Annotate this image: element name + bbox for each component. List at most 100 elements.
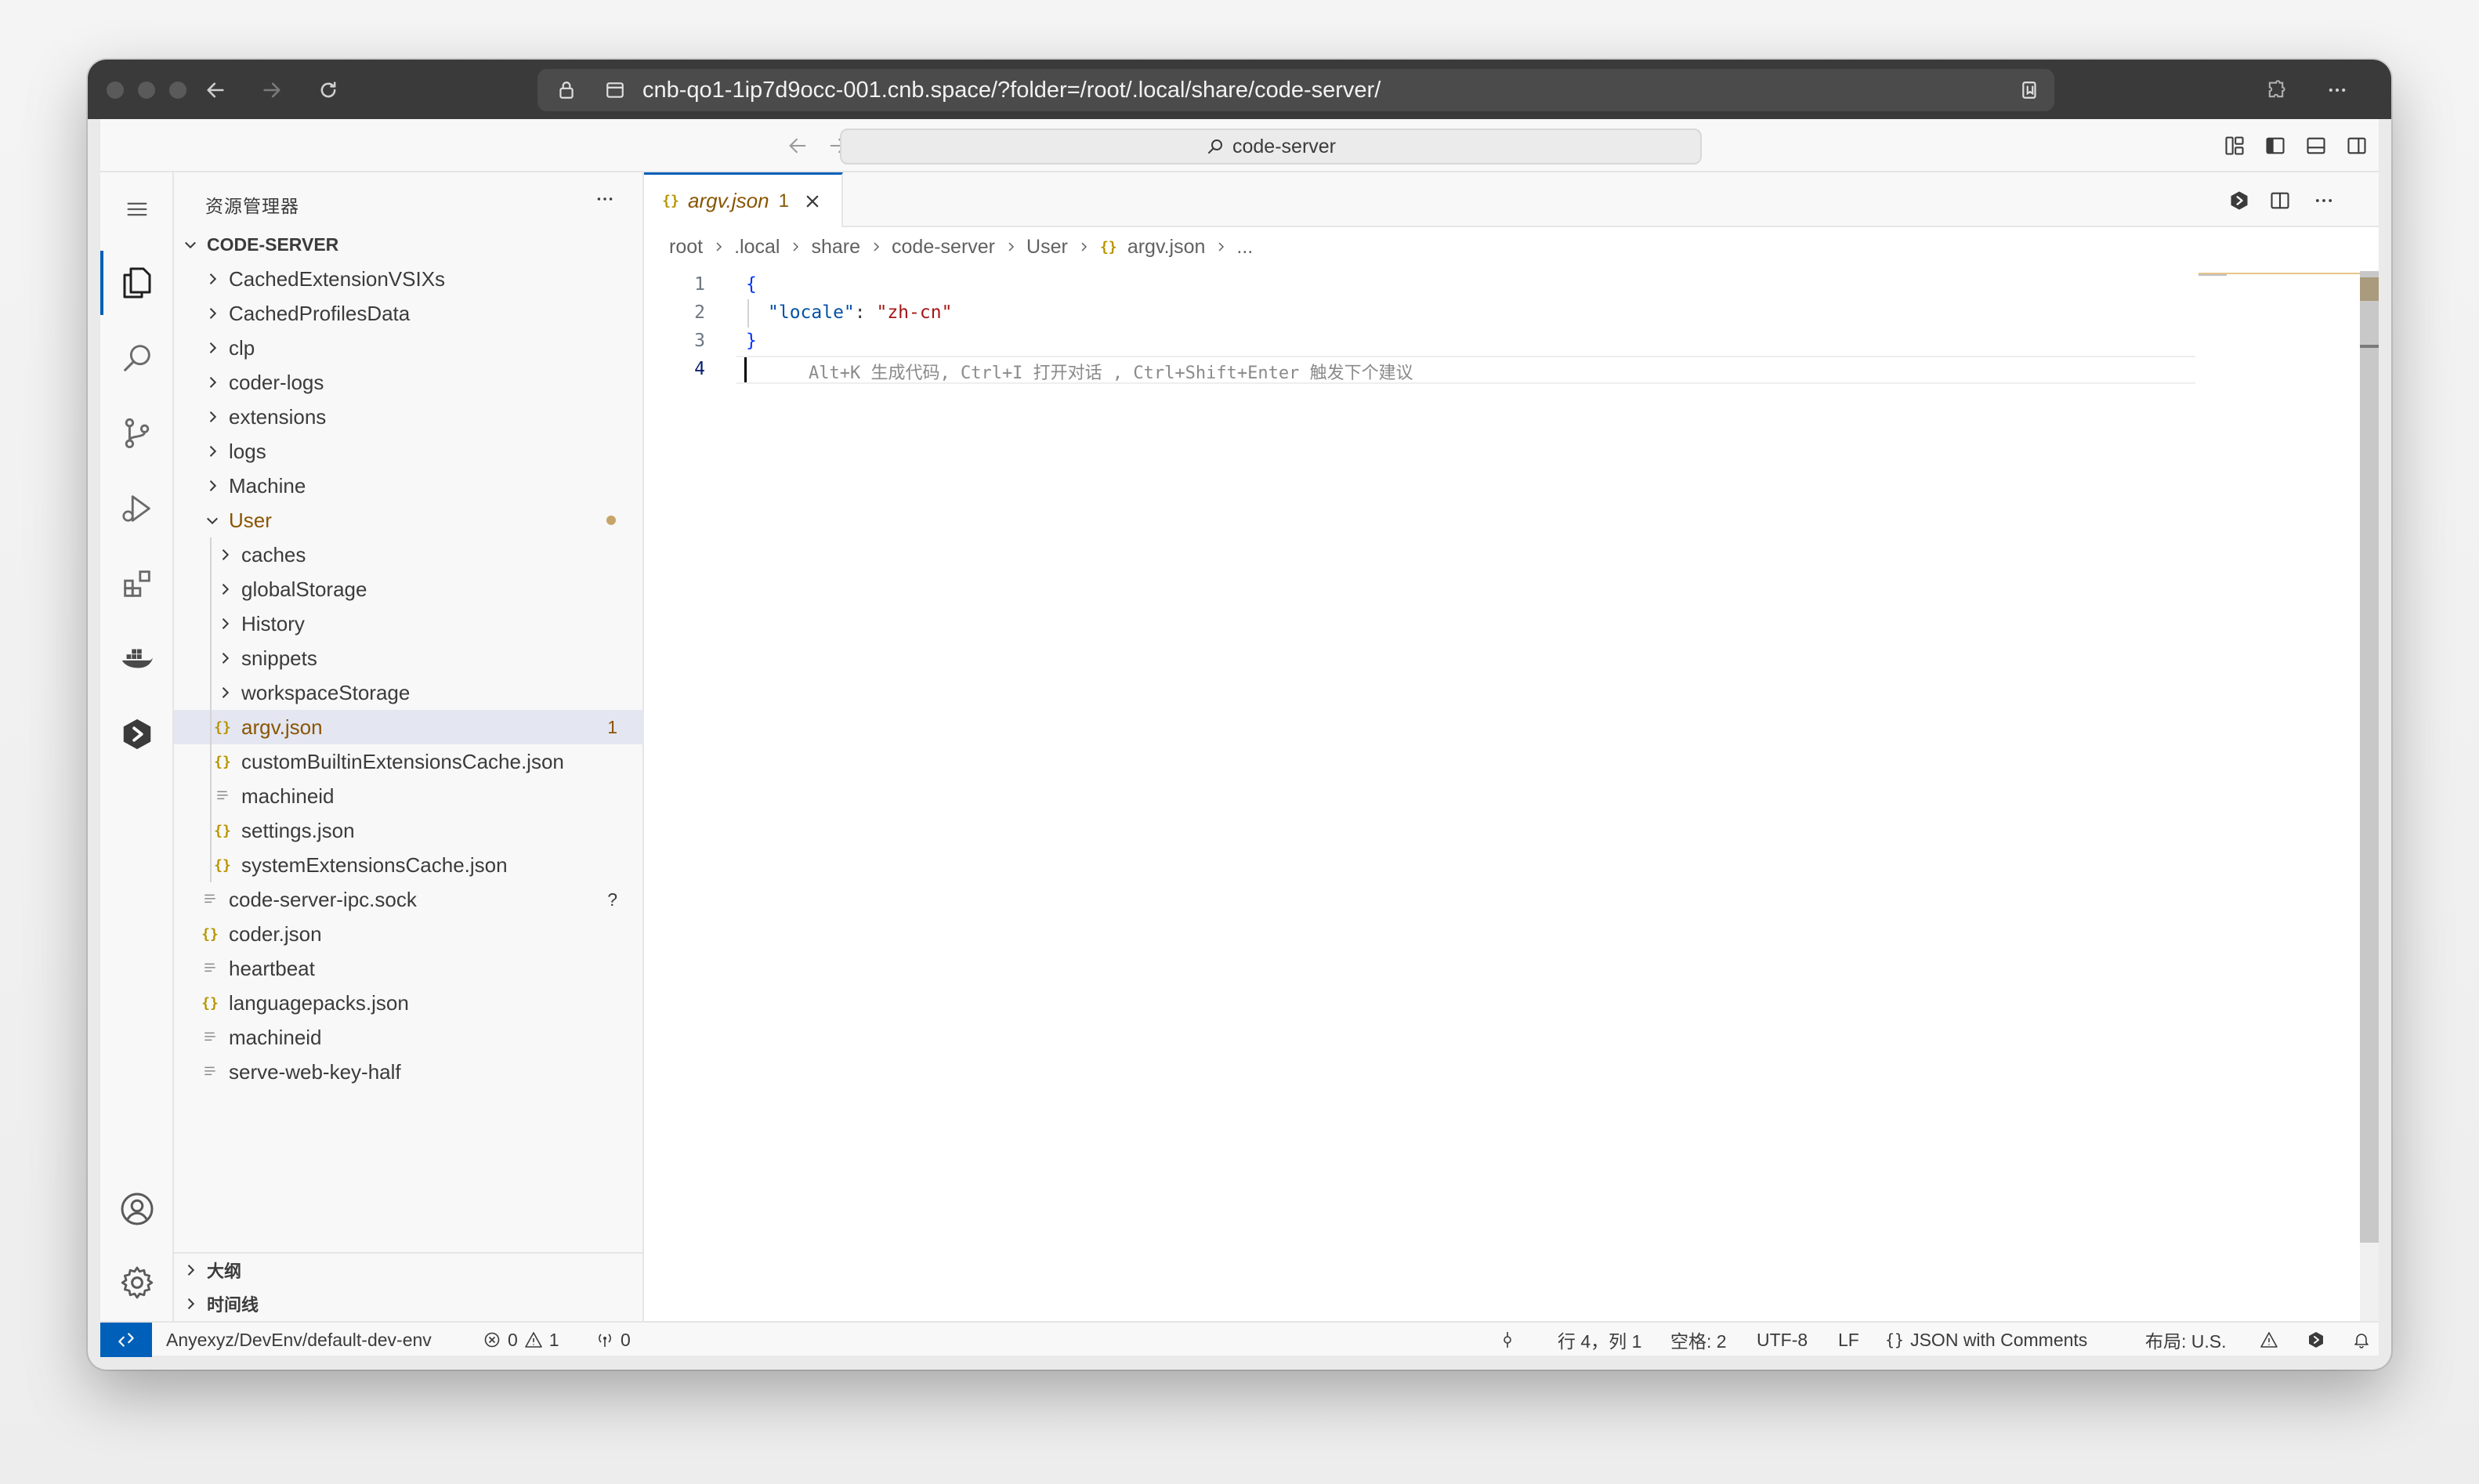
search-icon[interactable] (100, 321, 174, 395)
text-file-icon (201, 1028, 219, 1047)
toggle-secondary-sidebar-icon[interactable] (2343, 132, 2371, 160)
extensions-icon[interactable] (100, 547, 174, 621)
text-file-icon (201, 890, 219, 909)
workspace-root-folder[interactable]: CODE-SERVER (174, 227, 644, 262)
reload-icon[interactable] (315, 77, 342, 103)
account-icon[interactable] (100, 1172, 174, 1246)
back-arrow-icon[interactable] (202, 77, 229, 103)
indentation-status[interactable]: 空格: 2 (1670, 1323, 1727, 1357)
folder-row[interactable]: clp (174, 331, 644, 365)
file-row[interactable]: code-server-ipc.sock ? (174, 882, 644, 917)
site-settings-icon[interactable] (602, 77, 628, 103)
folder-label: clp (229, 335, 255, 360)
json-file-icon: {} (1099, 238, 1117, 255)
close-icon[interactable] (802, 190, 823, 212)
explorer-icon[interactable] (100, 246, 174, 320)
chevron-right-icon (870, 241, 882, 253)
folder-row[interactable]: CachedProfilesData (174, 296, 644, 331)
timeline-section-header[interactable]: 时间线 (174, 1287, 644, 1321)
toggle-panel-icon[interactable] (2302, 132, 2330, 160)
encoding-status[interactable]: UTF-8 (1757, 1323, 1808, 1357)
folder-row[interactable]: Machine (174, 469, 644, 503)
ports-status[interactable]: 0 (595, 1323, 631, 1357)
breadcrumb-item[interactable]: share (811, 236, 860, 259)
docker-icon[interactable] (100, 622, 174, 696)
cnb-status-icon[interactable] (2307, 1323, 2325, 1357)
file-row[interactable]: machineid (174, 1020, 644, 1055)
folder-row[interactable]: History (174, 606, 644, 641)
source-control-icon[interactable] (100, 396, 174, 470)
breadcrumb-item[interactable]: root (669, 236, 703, 259)
folder-label: extensions (229, 404, 327, 429)
file-row[interactable]: {} customBuiltinExtensionsCache.json (174, 744, 644, 779)
file-row[interactable]: {} settings.json (174, 813, 644, 848)
cursor-position-status[interactable]: 行 4，列 1 (1558, 1323, 1641, 1357)
warning-icon[interactable] (2260, 1323, 2278, 1357)
folder-label: User (229, 508, 272, 532)
breadcrumb-item[interactable]: User (1026, 236, 1068, 259)
title-bar: code-server (100, 119, 2379, 172)
breadcrumb-item[interactable]: code-server (892, 236, 995, 259)
chevron-right-icon (216, 650, 233, 667)
bell-icon[interactable] (2352, 1323, 2371, 1357)
folder-row[interactable]: globalStorage (174, 572, 644, 606)
minimize-window-button[interactable] (138, 81, 155, 99)
toggle-primary-sidebar-icon[interactable] (2261, 132, 2289, 160)
file-row[interactable]: {} systemExtensionsCache.json (174, 848, 644, 882)
cnb-action-icon[interactable] (2225, 186, 2253, 215)
workspace-status[interactable]: Anyexyz/DevEnv/default-dev-env (166, 1323, 432, 1357)
eol-status[interactable]: LF (1838, 1323, 1859, 1357)
keyboard-layout-status[interactable]: 布局: U.S. (2145, 1323, 2227, 1357)
code-text: { (746, 274, 757, 295)
folder-row[interactable]: workspaceStorage (174, 675, 644, 710)
problems-status[interactable]: 0 1 (483, 1323, 559, 1357)
folder-row[interactable]: logs (174, 434, 644, 469)
minimap[interactable] (2195, 271, 2379, 1321)
command-center-search[interactable]: code-server (840, 128, 1702, 165)
extension-puzzle-icon[interactable] (2263, 77, 2289, 103)
cnb-icon[interactable] (100, 697, 174, 771)
file-row[interactable]: serve-web-key-half (174, 1055, 644, 1089)
search-icon (1206, 137, 1225, 156)
breadcrumb-item[interactable]: .local (734, 236, 780, 259)
outline-section-header[interactable]: 大纲 (174, 1252, 644, 1287)
editor-more-actions-icon[interactable] (2310, 186, 2338, 215)
folder-row[interactable]: caches (174, 537, 644, 572)
file-row[interactable]: {} languagepacks.json (174, 986, 644, 1020)
tab-argv-json[interactable]: {} argv.json 1 (644, 172, 843, 227)
gear-icon[interactable] (100, 1246, 174, 1319)
code-editor[interactable]: 1 { 2 "locale": "zh-cn" 3 } 4 Alt+K 生成代码… (644, 271, 2379, 384)
run-debug-icon[interactable] (100, 472, 174, 545)
remote-indicator[interactable] (100, 1323, 152, 1357)
file-row[interactable]: heartbeat (174, 951, 644, 986)
menu-icon[interactable] (100, 172, 174, 246)
forward-arrow-icon[interactable] (259, 77, 285, 103)
scrollbar-thumb[interactable] (2360, 271, 2379, 1243)
folder-row[interactable]: extensions (174, 400, 644, 434)
folder-label: History (241, 611, 305, 635)
split-editor-icon[interactable] (2266, 186, 2294, 215)
language-mode-status[interactable]: {} JSON with Comments (1885, 1323, 2087, 1357)
folder-row[interactable]: CachedExtensionVSIXs (174, 262, 644, 296)
file-row[interactable]: {} coder.json (174, 917, 644, 951)
editor-scrollbar[interactable] (2360, 271, 2379, 1321)
file-label: argv.json (241, 715, 323, 739)
commit-icon[interactable] (1498, 1323, 1517, 1357)
breadcrumb-item[interactable]: argv.json (1127, 236, 1206, 259)
maximize-window-button[interactable] (169, 81, 186, 99)
go-back-icon[interactable] (784, 132, 812, 160)
more-actions-icon[interactable] (589, 183, 621, 215)
bookmark-icon[interactable] (2017, 77, 2043, 103)
url-text[interactable]: cnb-qo1-1ip7d9occ-001.cnb.space/?folder=… (642, 69, 1381, 111)
folder-row[interactable]: coder-logs (174, 365, 644, 400)
close-window-button[interactable] (107, 81, 124, 99)
customize-layout-icon[interactable] (2220, 132, 2249, 160)
lock-icon[interactable] (553, 77, 580, 103)
breadcrumb-item[interactable]: ... (1236, 236, 1253, 259)
folder-row-user[interactable]: User (174, 503, 644, 537)
browser-menu-icon[interactable] (2324, 77, 2351, 103)
folder-label: coder-logs (229, 370, 324, 394)
file-row[interactable]: machineid (174, 779, 644, 813)
folder-row[interactable]: snippets (174, 641, 644, 675)
file-row-argv-json[interactable]: {} argv.json 1 (174, 710, 644, 744)
